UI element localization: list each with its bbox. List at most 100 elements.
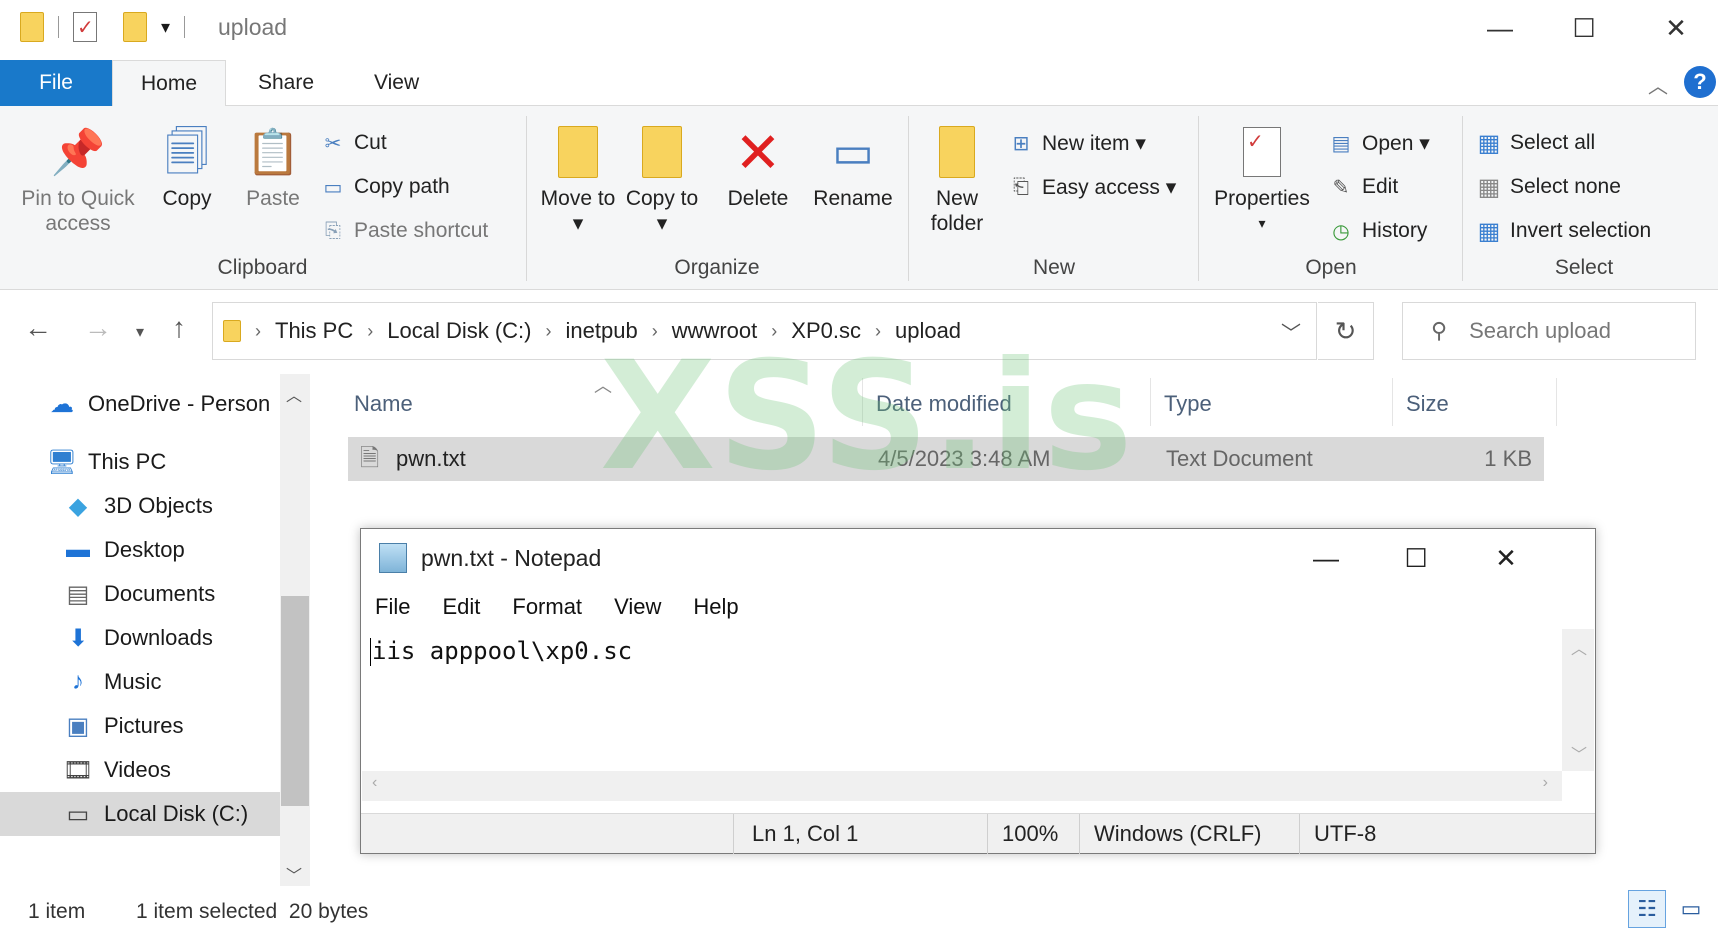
column-divider[interactable] (1556, 378, 1557, 426)
up-arrow-icon[interactable]: ↑ (172, 312, 186, 344)
edit-button[interactable]: ✎ Edit (1328, 170, 1399, 204)
refresh-icon[interactable]: ↻ (1318, 302, 1374, 360)
scroll-down-icon[interactable]: ﹀ (1571, 741, 1587, 765)
new-folder-button[interactable]: New folder (922, 124, 992, 236)
back-arrow-icon[interactable]: ← (24, 312, 52, 344)
paste-shortcut-button[interactable]: ⎘ Paste shortcut (320, 214, 488, 248)
help-icon[interactable]: ? (1684, 66, 1716, 98)
column-date-modified[interactable]: Date modified (876, 386, 1012, 422)
notepad-title: pwn.txt - Notepad (421, 545, 602, 571)
select-none-button[interactable]: ▦ Select none (1476, 170, 1621, 204)
column-size[interactable]: Size (1406, 386, 1449, 422)
file-size: 1 KB (1484, 446, 1532, 471)
copy-to-button[interactable]: Copy to ▾ (624, 124, 700, 236)
clipboard-group: 📌 Pin to Quick access 🗐 Copy 📋 Paste ✂ C… (0, 114, 525, 284)
table-row[interactable]: 🗎 pwn.txt 4/5/2023 3:48 AM Text Document… (348, 437, 1544, 481)
rename-button[interactable]: ▭ Rename (808, 124, 898, 211)
maximize-button[interactable]: ☐ (1538, 6, 1630, 50)
notepad-horizontal-scrollbar[interactable]: ‹ › (362, 771, 1562, 801)
close-button[interactable]: ✕ (1630, 6, 1718, 50)
large-icons-view-icon[interactable]: ▭ (1672, 890, 1710, 928)
quick-access-toolbar: ▾ (20, 12, 199, 42)
notepad-vertical-scrollbar[interactable]: ︿ ﹀ (1562, 629, 1594, 771)
menu-file[interactable]: File (375, 594, 410, 620)
move-to-icon (554, 124, 602, 180)
recent-locations-icon[interactable]: ▾ (136, 322, 144, 342)
customize-toolbar-icon[interactable]: ▾ (161, 17, 170, 38)
pin-icon: 📌 (50, 127, 106, 177)
breadcrumb-wwwroot[interactable]: wwwroot (672, 318, 758, 344)
tab-file[interactable]: File (0, 60, 112, 106)
properties-button[interactable]: Properties ▾ (1208, 124, 1316, 236)
open-button[interactable]: ▤ Open ▾ (1328, 126, 1430, 160)
properties-quick-icon[interactable] (73, 12, 97, 42)
copy-to-icon (638, 124, 686, 180)
column-divider[interactable] (1150, 378, 1151, 426)
details-view-icon[interactable]: ☷ (1628, 890, 1666, 928)
copy-button[interactable]: 🗐 Copy (152, 124, 222, 211)
navigation-scrollbar[interactable]: ︿ ﹀ (280, 374, 310, 886)
invert-selection-button[interactable]: ▦ Invert selection (1476, 214, 1652, 248)
cursor-position: Ln 1, Col 1 (733, 814, 987, 854)
scroll-down-icon[interactable]: ﹀ (286, 862, 302, 886)
tab-home[interactable]: Home (112, 60, 227, 107)
paste-button[interactable]: 📋 Paste (238, 124, 308, 211)
cut-button[interactable]: ✂ Cut (320, 126, 387, 160)
pin-to-quick-access-button[interactable]: 📌 Pin to Quick access (12, 124, 144, 236)
column-divider[interactable] (862, 378, 863, 426)
search-box[interactable]: ⚲ Search upload (1402, 302, 1696, 360)
scrollbar-thumb[interactable] (281, 596, 309, 806)
forward-arrow-icon[interactable]: → (84, 312, 112, 344)
column-type[interactable]: Type (1164, 386, 1212, 422)
select-all-button[interactable]: ▦ Select all (1476, 126, 1596, 160)
easy-access-button[interactable]: ⎗ Easy access ▾ (1008, 170, 1176, 204)
folder-icon (20, 12, 44, 42)
collapse-ribbon-icon[interactable]: ︿ (1648, 70, 1668, 99)
move-to-button[interactable]: Move to ▾ (540, 124, 616, 236)
menu-help[interactable]: Help (693, 594, 738, 620)
tab-share[interactable]: Share (230, 60, 342, 106)
address-bar[interactable]: › This PC › Local Disk (C:) › inetpub › … (212, 302, 1317, 360)
item-count: 1 item (28, 900, 86, 923)
breadcrumb-local-disk[interactable]: Local Disk (C:) (387, 318, 531, 344)
address-dropdown-icon[interactable]: ﹀ (1264, 304, 1318, 358)
history-button[interactable]: ◷ History (1328, 214, 1427, 248)
scroll-up-icon[interactable]: ︿ (1571, 635, 1587, 659)
scroll-up-icon[interactable]: ︿ (286, 382, 302, 406)
notepad-maximize-button[interactable]: ☐ (1371, 535, 1461, 581)
properties-icon (1238, 124, 1286, 180)
breadcrumb-upload[interactable]: upload (895, 318, 961, 344)
menu-edit[interactable]: Edit (442, 594, 480, 620)
menu-view[interactable]: View (614, 594, 661, 620)
minimize-button[interactable]: — (1454, 6, 1546, 50)
ribbon-tabs: File Home Share View ︿ ? (0, 60, 1718, 107)
column-divider[interactable] (1392, 378, 1393, 426)
breadcrumb-inetpub[interactable]: inetpub (566, 318, 638, 344)
new-folder-quick-icon[interactable] (123, 12, 147, 42)
breadcrumb-this-pc[interactable]: This PC (275, 318, 353, 344)
breadcrumb-xp0[interactable]: XP0.sc (791, 318, 861, 344)
column-name[interactable]: Name (354, 386, 413, 422)
scroll-right-icon[interactable]: › (1543, 774, 1548, 792)
status-bar: 1 item 1 item selected 20 bytes (0, 890, 1718, 934)
copy-path-button[interactable]: ▭ Copy path (320, 170, 450, 204)
select-all-icon: ▦ (1477, 129, 1501, 157)
navigation-pane: ☁ OneDrive - Person 🖥 This PC ◆ 3D Objec… (0, 374, 310, 886)
new-item-button[interactable]: ⊞ New item ▾ (1008, 126, 1146, 160)
tab-view[interactable]: View (346, 60, 447, 106)
encoding: UTF-8 (1299, 814, 1595, 854)
notepad-minimize-button[interactable]: — (1281, 535, 1371, 581)
delete-button[interactable]: ✕ Delete (718, 124, 798, 211)
video-icon: 🎞 (62, 756, 94, 784)
file-name: pwn.txt (396, 446, 466, 471)
menu-format[interactable]: Format (512, 594, 582, 620)
sidebar-item-local-disk[interactable]: ▭ Local Disk (C:) (0, 792, 280, 836)
scroll-left-icon[interactable]: ‹ (372, 774, 377, 792)
notepad-close-button[interactable]: ✕ (1461, 535, 1551, 581)
open-group: Properties ▾ ▤ Open ▾ ✎ Edit ◷ History O… (1200, 114, 1462, 284)
monitor-icon: 🖥 (46, 448, 78, 476)
notepad-text-area[interactable]: iis apppool\xp0.sc (362, 629, 1562, 771)
ribbon: 📌 Pin to Quick access 🗐 Copy 📋 Paste ✂ C… (0, 106, 1718, 290)
notepad-icon (379, 543, 407, 573)
group-divider (526, 116, 527, 281)
